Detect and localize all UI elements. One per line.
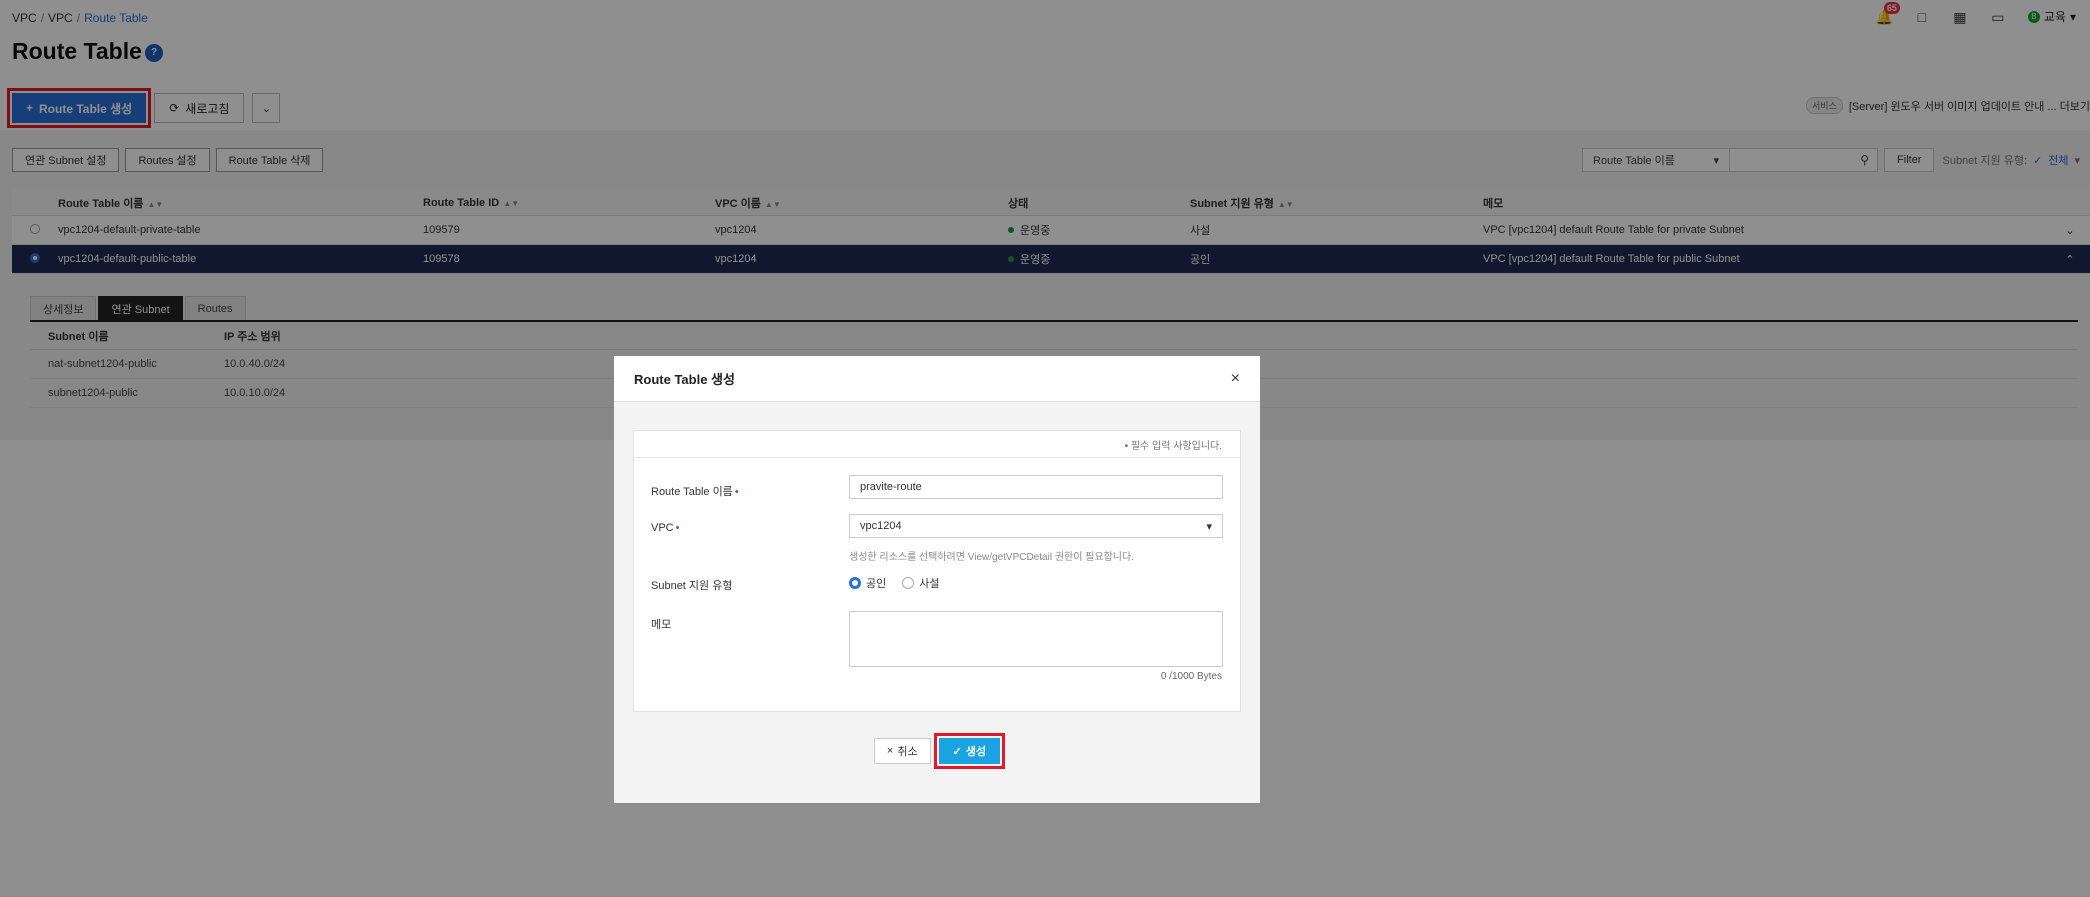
required-note: • 필수 입력 사항입니다.	[1124, 441, 1222, 452]
vpc-select-value: vpc1204	[860, 520, 902, 532]
vpc-label: VPC •	[651, 522, 680, 534]
subnet-type-radio-group: 공인 사설	[849, 575, 940, 591]
required-dot-icon: •	[1124, 441, 1129, 452]
radio-private[interactable]: 사설	[902, 575, 940, 591]
dialog-header: Route Table 생성 ×	[614, 356, 1260, 402]
route-table-name-input[interactable]: pravite-route	[849, 475, 1223, 499]
close-icon: ×	[886, 745, 894, 757]
vpc-hint: 생성한 리소스를 선택하려면 View/getVPCDetail 권한이 필요합…	[849, 552, 1134, 563]
memo-label: 메모	[651, 619, 672, 631]
create-button[interactable]: ✓ 생성	[933, 733, 1006, 769]
caret-down-icon: ▾	[1206, 520, 1212, 533]
dialog-footer: × 취소 ✓ 생성	[614, 733, 1260, 769]
byte-counter: 0 /1000 Bytes	[1160, 671, 1222, 682]
name-label: Route Table 이름 •	[651, 486, 739, 498]
close-icon[interactable]: ×	[1231, 370, 1240, 388]
dialog-title: Route Table 생성	[634, 372, 735, 387]
radio-public-control[interactable]	[849, 577, 861, 589]
check-icon: ✓	[952, 745, 962, 758]
required-dot-icon: •	[675, 522, 680, 534]
cancel-button[interactable]: × 취소	[873, 738, 931, 764]
required-dot-icon: •	[734, 486, 739, 498]
radio-public[interactable]: 공인	[849, 575, 886, 591]
create-route-table-dialog: Route Table 생성 × • 필수 입력 사항입니다. Route Ta…	[614, 356, 1260, 803]
memo-textarea[interactable]	[849, 611, 1223, 667]
dialog-form: • 필수 입력 사항입니다. Route Table 이름 • pravite-r…	[633, 430, 1241, 712]
radio-private-control[interactable]	[902, 577, 915, 589]
vpc-select[interactable]: vpc1204 ▾	[849, 514, 1223, 538]
subnet-type-label: Subnet 지원 유형	[651, 580, 733, 592]
divider	[634, 457, 1240, 458]
